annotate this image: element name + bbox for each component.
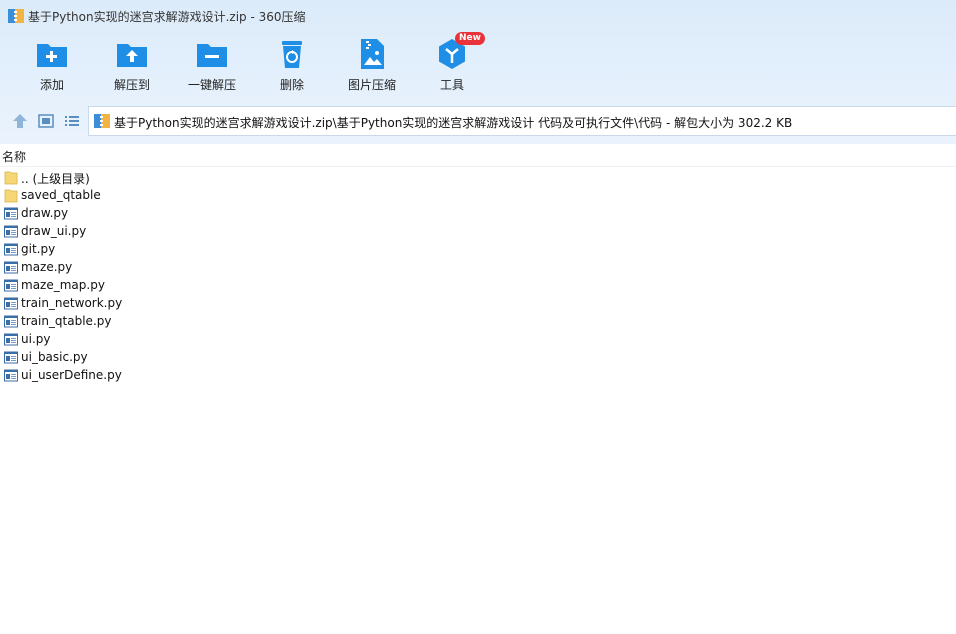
file-list: .. (上级目录) saved_qtable draw.py draw_ui.pygi… <box>0 169 956 385</box>
extract-to-label: 解压到 <box>113 78 150 92</box>
file-row[interactable]: train_qtable.py <box>0 313 956 331</box>
file-row[interactable]: ui_basic.py <box>0 349 956 367</box>
address-path: 基于Python实现的迷宫求解游戏设计.zip\基于Python实现的迷宫求解游… <box>114 116 793 130</box>
image-compress-label: 图片压缩 <box>347 78 396 92</box>
window-title: 基于Python实现的迷宫求解游戏设计.zip - 360压缩 <box>28 10 306 24</box>
python-file-icon <box>4 225 18 238</box>
new-badge: New <box>455 32 485 45</box>
add-button[interactable]: 添加 <box>12 36 92 93</box>
file-row[interactable]: ui.py <box>0 331 956 349</box>
navigation-bar: 基于Python实现的迷宫求解游戏设计.zip\基于Python实现的迷宫求解游… <box>0 106 956 136</box>
one-click-extract-button[interactable]: 一键解压 <box>172 36 252 93</box>
file-name: ui.py <box>21 332 51 346</box>
python-file-icon <box>4 207 18 220</box>
zip-file-icon <box>94 114 110 128</box>
tools-label: 工具 <box>439 78 464 92</box>
app-zip-icon <box>8 9 24 23</box>
file-name: maze.py <box>21 260 73 274</box>
image-compress-button[interactable]: 图片压缩 <box>332 36 412 93</box>
one-click-extract-label: 一键解压 <box>187 78 236 92</box>
file-name: saved_qtable <box>21 188 101 202</box>
delete-button[interactable]: 删除 <box>252 36 332 93</box>
file-name: maze_map.py <box>21 278 105 292</box>
file-row[interactable]: ui_userDefine.py <box>0 367 956 385</box>
python-file-icon <box>4 333 18 346</box>
top-area: 基于Python实现的迷宫求解游戏设计.zip - 360压缩 添加 解压到 一… <box>0 0 956 144</box>
one-click-extract-icon <box>197 44 227 67</box>
file-row[interactable]: maze_map.py <box>0 277 956 295</box>
python-file-icon <box>4 261 18 274</box>
python-file-icon <box>4 369 18 382</box>
folder-icon <box>4 171 18 185</box>
parent-directory-row[interactable]: .. (上级目录) <box>0 169 956 187</box>
extract-to-button[interactable]: 解压到 <box>92 36 172 93</box>
toolbar: 添加 解压到 一键解压 删除 图片压缩 New 工具 <box>0 32 956 100</box>
folder-icon <box>4 189 18 203</box>
file-name: draw_ui.py <box>21 224 87 238</box>
image-zip-icon <box>361 39 384 69</box>
add-label: 添加 <box>39 78 64 92</box>
delete-label: 删除 <box>279 78 304 92</box>
python-file-icon <box>4 315 18 328</box>
python-file-icon <box>4 351 18 364</box>
list-header: 名称 <box>0 144 956 167</box>
file-name: train_network.py <box>21 296 123 310</box>
tools-button[interactable]: New 工具 <box>412 32 492 93</box>
recycle-bin-icon <box>282 41 302 68</box>
file-row[interactable]: draw.py <box>0 205 956 223</box>
file-name: draw.py <box>21 206 69 220</box>
address-bar[interactable]: 基于Python实现的迷宫求解游戏设计.zip\基于Python实现的迷宫求解游… <box>88 106 956 136</box>
file-name: .. (上级目录) <box>21 172 90 186</box>
extract-folder-icon <box>117 44 147 67</box>
python-file-icon <box>4 297 18 310</box>
folder-row[interactable]: saved_qtable <box>0 187 956 205</box>
python-file-icon <box>4 279 18 292</box>
file-name: ui_userDefine.py <box>21 368 122 382</box>
file-name: ui_basic.py <box>21 350 88 364</box>
list-view-icon[interactable] <box>63 112 81 130</box>
file-name: train_qtable.py <box>21 314 112 328</box>
title-bar: 基于Python实现的迷宫求解游戏设计.zip - 360压缩 <box>0 0 956 32</box>
python-file-icon <box>4 243 18 256</box>
column-header-name[interactable]: 名称 <box>2 148 26 165</box>
file-name: git.py <box>21 242 56 256</box>
up-arrow-icon[interactable] <box>11 112 29 130</box>
file-row[interactable]: maze.py <box>0 259 956 277</box>
file-row[interactable]: git.py <box>0 241 956 259</box>
thumbnail-view-icon[interactable] <box>37 112 55 130</box>
add-folder-icon <box>37 44 67 67</box>
file-row[interactable]: draw_ui.py <box>0 223 956 241</box>
file-row[interactable]: train_network.py <box>0 295 956 313</box>
